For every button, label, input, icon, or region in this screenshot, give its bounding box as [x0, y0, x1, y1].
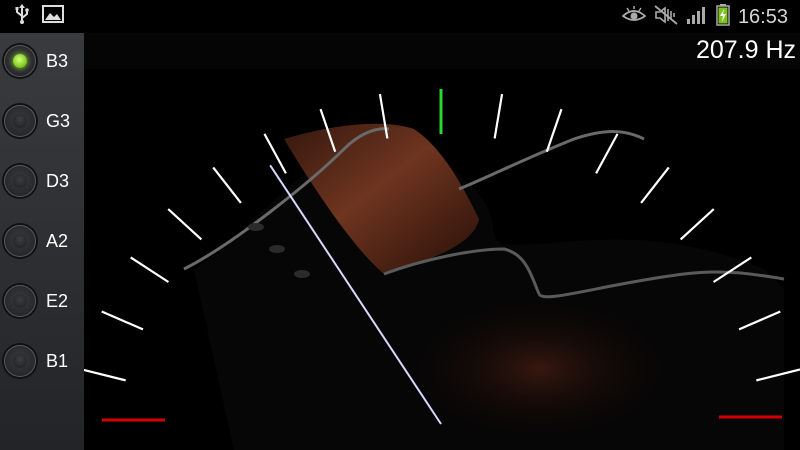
string-label: B1 [46, 350, 69, 371]
eye-icon [621, 5, 647, 29]
string-selector-sidebar: B3 G3 D3 A2 E2 B1 [0, 33, 84, 450]
string-label: B3 [46, 50, 69, 71]
string-label: E2 [46, 290, 69, 311]
string-button-d3[interactable]: D3 [4, 159, 80, 203]
usb-icon [14, 3, 30, 29]
string-button-b3[interactable]: B3 [4, 39, 80, 83]
scale-tick [679, 208, 715, 241]
frequency-readout: 207.9 Hz [695, 36, 796, 64]
scale-tick [595, 133, 619, 174]
image-icon [42, 4, 64, 28]
clock: 16:53 [737, 5, 788, 28]
scale-tick [84, 368, 126, 382]
status-bar: 16:53 [0, 0, 800, 33]
mute-icon [654, 4, 678, 30]
tuner-meter [84, 89, 800, 450]
battery-charging-icon [716, 3, 730, 31]
string-button-b1[interactable]: B1 [4, 339, 80, 383]
active-led-icon [4, 45, 36, 77]
scale-tick [101, 310, 144, 331]
string-label: G3 [46, 110, 71, 131]
led-icon [4, 225, 36, 257]
scale-tick [130, 256, 170, 283]
signal-icon [686, 5, 708, 30]
string-label: A2 [46, 230, 69, 251]
scale-tick [212, 166, 242, 204]
scale-tick [167, 208, 203, 241]
string-button-e2[interactable]: E2 [4, 279, 80, 323]
led-icon [4, 105, 36, 137]
scale-tick [493, 93, 504, 139]
scale-tick [640, 166, 670, 204]
led-icon [4, 285, 36, 317]
string-label: D3 [46, 170, 70, 191]
string-button-a2[interactable]: A2 [4, 219, 80, 263]
frequency-header: 207.9 Hz [84, 33, 800, 69]
string-button-g3[interactable]: G3 [4, 99, 80, 143]
scale-tick [263, 133, 287, 174]
led-icon [4, 165, 36, 197]
led-icon [4, 345, 36, 377]
